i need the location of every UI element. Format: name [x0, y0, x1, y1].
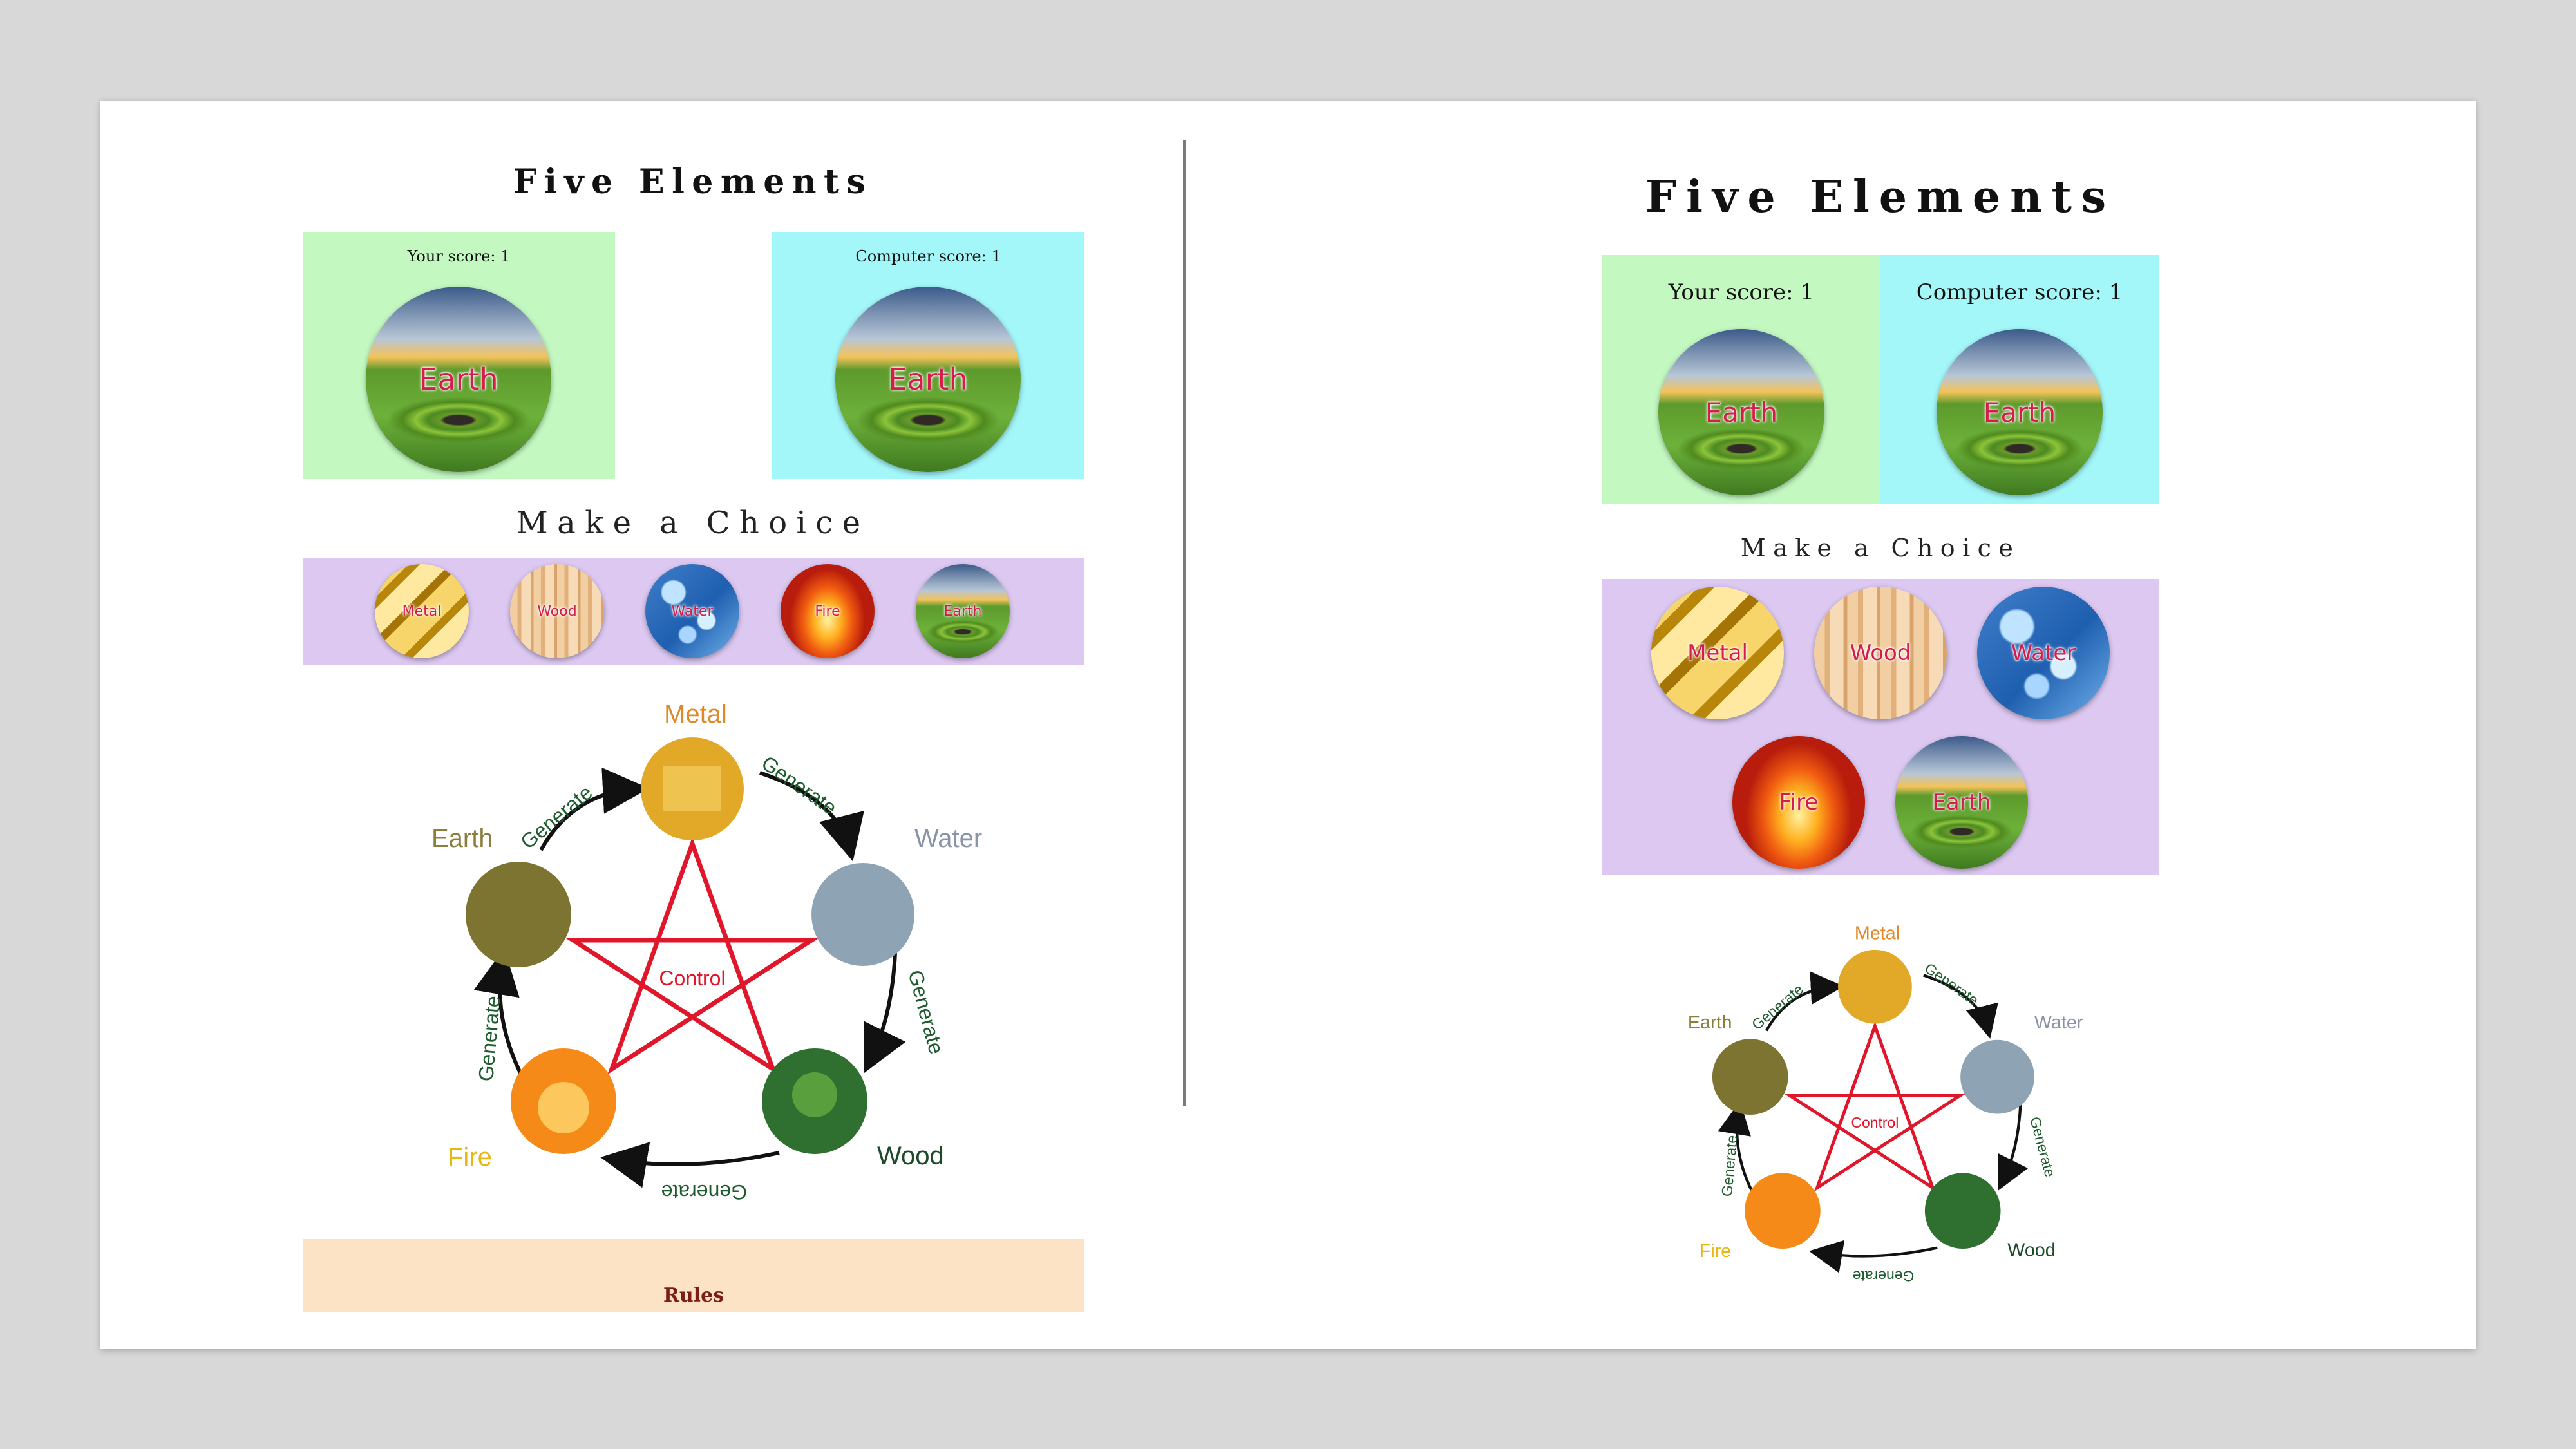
element-label-earth: Earth — [431, 824, 493, 853]
element-label-metal: Metal — [664, 700, 727, 728]
computer-choice-earth-right: Earth — [1937, 329, 2103, 495]
page-title: Five Elements — [513, 162, 873, 202]
generate-label-5: Generate — [516, 781, 596, 853]
element-label-fire-right: Fire — [1700, 1241, 1731, 1262]
generate-arrow-wood-fire — [600, 1142, 780, 1188]
choice-fire-button[interactable]: Fire — [781, 564, 875, 658]
choice-bar-right: Metal Wood Water Fire Earth — [1602, 579, 2159, 875]
computer-score-panel: Computer score: 1 Earth — [772, 232, 1084, 479]
generate-label-right-1: Generate — [1922, 960, 1982, 1009]
page-title-right: Five Elements — [1645, 171, 2116, 223]
control-star — [565, 837, 819, 1075]
element-earth-right — [1712, 1039, 1788, 1115]
element-fire-right — [1745, 1173, 1821, 1249]
control-star-right — [1784, 1021, 1966, 1192]
generate-label-right-3: Generate — [1853, 1267, 1915, 1284]
element-water-right — [1960, 1039, 2034, 1114]
rules-label: Rules — [663, 1284, 724, 1307]
generate-arrow-water-wood-right — [1998, 1104, 2029, 1191]
generate-label-right-4: Generate — [1718, 1135, 1740, 1198]
element-label-water: Water — [914, 824, 982, 853]
computer-choice-label: Earth — [888, 362, 968, 397]
player-choice-earth-right: Earth — [1658, 329, 1824, 495]
player-choice-label: Earth — [419, 362, 498, 397]
player-score-panel-right: Your score: 1 Earth — [1602, 255, 1880, 504]
computer-score-panel-right: Computer score: 1 Earth — [1880, 255, 2159, 504]
choice-earth-label-right: Earth — [1932, 790, 1991, 815]
view-divider — [1183, 140, 1186, 1106]
choice-earth-button-right[interactable]: Earth — [1895, 736, 2028, 869]
choice-wood-button[interactable]: Wood — [510, 564, 604, 658]
choice-earth-label: Earth — [943, 603, 982, 620]
choice-water-button[interactable]: Water — [645, 564, 739, 658]
generate-label-2: Generate — [904, 967, 948, 1056]
generate-arrow-water-wood — [864, 952, 906, 1074]
choice-water-label-right: Water — [2011, 640, 2076, 666]
computer-choice-earth: Earth — [835, 287, 1021, 472]
choice-water-button-right[interactable]: Water — [1977, 587, 2110, 719]
player-score-panel: Your score: 1 Earth — [303, 232, 615, 479]
choice-earth-button[interactable]: Earth — [916, 564, 1010, 658]
choice-wood-label: Wood — [537, 603, 577, 620]
generate-arrow-fire-earth — [473, 948, 524, 1077]
choice-water-label: Water — [671, 603, 714, 620]
five-elements-diagram: Metal Water Wood Fire Earth Control Gene… — [431, 700, 982, 1204]
generate-label-4: Generate — [474, 995, 504, 1083]
generate-label-right-5: Generate — [1748, 981, 1806, 1033]
control-label-right: Control — [1851, 1114, 1899, 1131]
choice-metal-button-right[interactable]: Metal — [1651, 587, 1784, 719]
computer-choice-label-right: Earth — [1983, 396, 2056, 428]
element-label-wood: Wood — [877, 1142, 944, 1170]
player-choice-label-right: Earth — [1705, 396, 1778, 428]
five-elements-diagram-right: Metal Water Wood Fire Earth Control Gene… — [1688, 923, 2083, 1284]
choice-heading: Make a Choice — [516, 505, 870, 541]
player-score-label: Your score: 1 — [407, 247, 511, 265]
player-score-label-right: Your score: 1 — [1668, 279, 1815, 305]
element-label-metal-right: Metal — [1855, 923, 1900, 943]
choice-metal-button[interactable]: Metal — [375, 564, 469, 658]
generate-label-3: Generate — [661, 1180, 747, 1204]
rules-button[interactable]: Rules — [303, 1239, 1084, 1312]
element-label-water-right: Water — [2034, 1012, 2083, 1033]
generate-label-1: Generate — [757, 751, 841, 819]
choice-fire-label-right: Fire — [1779, 790, 1819, 815]
generate-label-right-2: Generate — [2027, 1115, 2059, 1179]
choice-metal-label: Metal — [402, 603, 442, 620]
element-metal-right — [1838, 949, 1912, 1024]
generate-arrow-wood-fire-right — [1809, 1240, 1938, 1273]
element-label-wood-right: Wood — [2007, 1240, 2055, 1260]
element-water — [811, 863, 914, 966]
choice-bar: Metal Wood Water Fire Earth — [303, 558, 1084, 665]
control-label: Control — [659, 967, 725, 990]
choice-wood-label-right: Wood — [1850, 640, 1911, 666]
choice-heading-right: Make a Choice — [1740, 534, 2021, 562]
generate-arrow-fire-earth-right — [1718, 1101, 1754, 1193]
element-wood-right — [1924, 1173, 2001, 1249]
choice-wood-button-right[interactable]: Wood — [1814, 587, 1947, 719]
player-choice-earth: Earth — [366, 287, 551, 472]
computer-score-label-right: Computer score: 1 — [1916, 279, 2123, 305]
element-label-earth-right: Earth — [1688, 1012, 1732, 1033]
element-earth — [466, 862, 571, 967]
choice-fire-button-right[interactable]: Fire — [1732, 736, 1865, 869]
choice-fire-label: Fire — [815, 603, 840, 620]
element-label-fire: Fire — [448, 1143, 492, 1171]
computer-score-label: Computer score: 1 — [855, 247, 1001, 265]
choice-metal-label-right: Metal — [1687, 640, 1748, 666]
